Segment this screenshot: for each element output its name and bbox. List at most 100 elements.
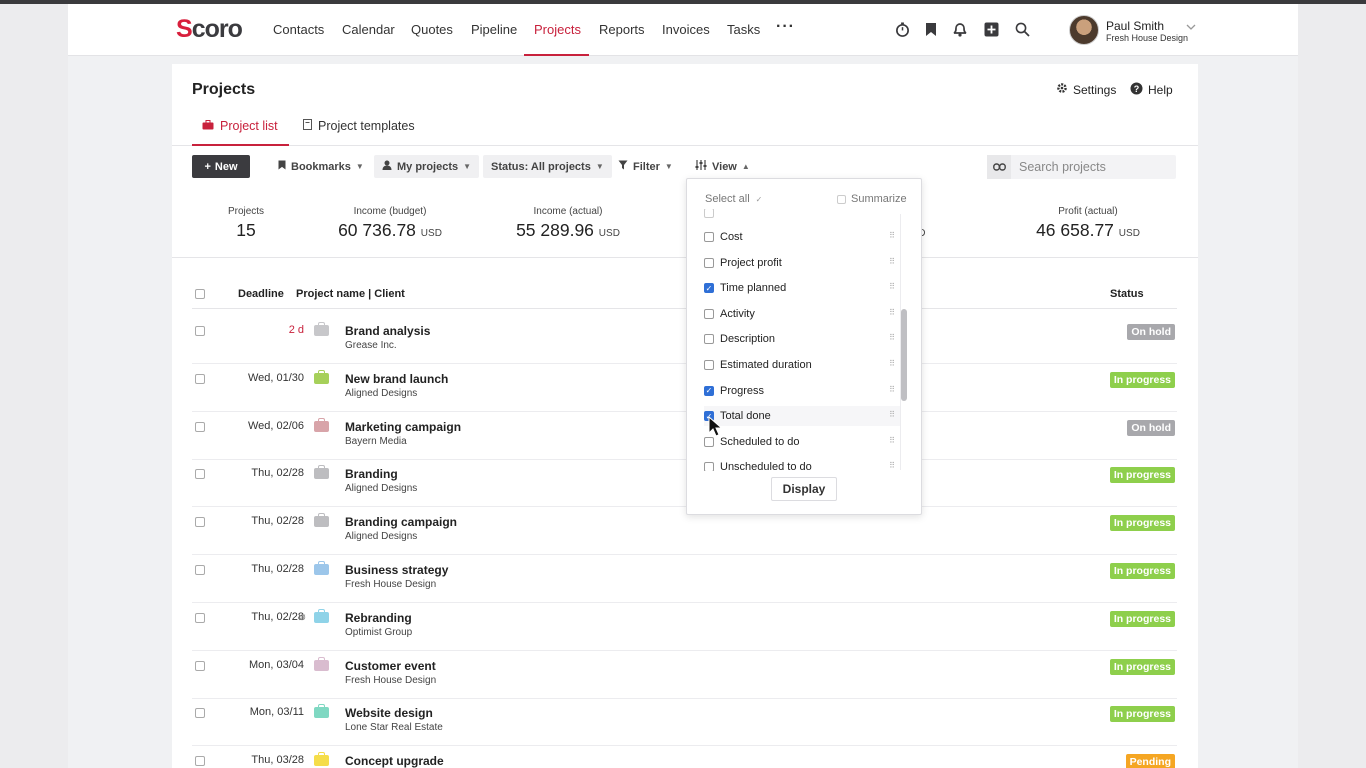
timer-icon[interactable] [893,20,911,38]
row-checkbox[interactable] [195,373,205,384]
drag-handle-icon[interactable]: ⠿ [889,359,895,368]
nav-item-pipeline[interactable]: Pipeline [471,22,517,37]
row-checkbox[interactable] [195,612,205,623]
nav-item-projects[interactable]: Projects [534,22,581,37]
scoro-logo[interactable]: Scoro [176,15,243,44]
drag-handle-icon[interactable]: ⠿ [889,461,895,470]
client-name[interactable]: Aligned Designs [345,388,417,399]
table-row[interactable]: Thu, 02/28 ⌀ Rebranding Optimist Group In pr… [192,603,1177,651]
display-button[interactable]: Display [771,477,837,501]
project-name-column-header[interactable]: Project name | Client [296,288,405,300]
link-icon[interactable] [987,155,1011,179]
table-row[interactable]: Thu, 03/28Concept upgradeConcept LLCPend… [192,746,1177,768]
column-option-total-done[interactable]: ✓ Total done ⠿ [704,406,900,427]
project-name-link[interactable]: Website design [345,706,433,720]
settings-link[interactable]: Settings [1056,82,1116,97]
table-row[interactable]: Wed, 01/30 New brand launch Aligned Design… [192,364,1177,412]
table-row[interactable]: Thu, 02/28 Branding Aligned Designs In prog… [192,459,1177,508]
nav-item-quotes[interactable]: Quotes [411,22,453,37]
my-projects-dropdown[interactable]: My projects ▼ [374,155,480,178]
nav-item-contacts[interactable]: Contacts [273,22,324,37]
client-name[interactable]: Fresh House Design [345,579,436,590]
project-name-link[interactable]: Rebranding [345,611,412,625]
bell-icon[interactable] [951,20,969,38]
user-avatar[interactable] [1069,15,1099,45]
nav-item-reports[interactable]: Reports [599,22,645,37]
checkbox[interactable] [704,257,714,268]
project-name-link[interactable]: Business strategy [345,563,448,577]
drag-handle-icon[interactable]: ⠿ [889,385,895,394]
row-checkbox[interactable] [195,517,205,528]
table-row[interactable]: Thu, 02/28 Business strategy Fresh House D… [192,555,1177,603]
add-item-icon[interactable] [982,20,1000,38]
scrollbar-thumb[interactable] [901,309,907,401]
more-menu-icon[interactable]: ··· [776,18,795,36]
status-dropdown[interactable]: Status: All projects ▼ [483,155,612,178]
new-project-button[interactable]: + New [192,155,250,178]
tab-project-templates[interactable]: Project templates [303,119,415,133]
column-option-time-planned[interactable]: ✓ Time planned ⠿ [704,278,900,298]
table-row[interactable]: Thu, 02/28 Branding campaign Aligned Desig… [192,507,1177,556]
select-all-option[interactable]: Select all ✓ [705,193,762,205]
drag-handle-icon[interactable]: ⠿ [889,410,895,419]
drag-handle-icon[interactable]: ⠿ [889,436,895,445]
chevron-down-icon[interactable] [1186,23,1196,34]
search-icon[interactable] [1013,20,1031,38]
bookmarks-dropdown[interactable]: Bookmarks ▼ [270,155,372,178]
row-checkbox[interactable] [195,660,205,671]
project-name-link[interactable]: New brand launch [345,372,448,386]
column-option-unscheduled-to-do[interactable]: Unscheduled to do ⠿ [704,457,900,471]
checkbox[interactable] [704,232,714,242]
checkbox[interactable] [704,334,714,345]
select-all-rows-checkbox[interactable] [195,289,205,299]
checkbox[interactable] [704,436,714,447]
drag-handle-icon[interactable]: ⠿ [889,308,895,317]
column-option-cost[interactable]: Cost ⠿ [704,227,900,247]
row-checkbox[interactable] [195,421,205,432]
row-checkbox[interactable] [195,469,205,480]
row-checkbox[interactable] [195,326,205,336]
client-name[interactable]: Grease Inc. [345,340,397,351]
search-projects-input[interactable] [1019,159,1169,175]
column-option-activity[interactable]: Activity ⠿ [704,304,900,324]
client-name[interactable]: Fresh House Design [345,675,436,686]
filter-dropdown[interactable]: Filter ▼ [610,155,681,178]
table-row[interactable]: Mon, 03/11 Website design Lone Star Real E… [192,698,1177,747]
summarize-checkbox[interactable] [837,194,846,204]
checkbox[interactable] [704,462,714,471]
table-row[interactable]: Wed, 02/06 Marketing campaign Bayern Media… [192,412,1177,460]
checkbox[interactable] [704,360,714,370]
view-dropdown[interactable]: View ▲ [687,155,758,178]
project-name-link[interactable]: Branding [345,467,398,481]
row-checkbox[interactable] [195,565,205,575]
drag-handle-icon[interactable]: ⠿ [889,333,895,342]
column-option-progress[interactable]: ✓ Progress ⠿ [704,381,900,401]
drag-handle-icon[interactable]: ⠿ [889,257,895,266]
project-name-link[interactable]: Marketing campaign [345,420,461,434]
status-column-header[interactable]: Status [1110,288,1144,300]
row-checkbox[interactable] [195,708,205,719]
checkbox[interactable]: ✓ [704,385,714,396]
client-name[interactable]: Optimist Group [345,627,412,638]
column-option-project-profit[interactable]: Project profit ⠿ [704,253,900,273]
project-name-link[interactable]: Brand analysis [345,324,430,338]
drag-handle-icon[interactable]: ⠿ [889,282,895,291]
deadline-column-header[interactable]: Deadline [238,288,284,300]
project-name-link[interactable]: Branding campaign [345,515,457,529]
column-option-description[interactable]: Description ⠿ [704,329,900,349]
help-link[interactable]: ? Help [1130,82,1173,98]
table-row[interactable]: 2 d Brand analysis Grease Inc. On hold [192,316,1177,364]
table-row[interactable]: Mon, 03/04 Customer event Fresh House Desi… [192,651,1177,699]
bookmark-icon[interactable] [922,20,940,38]
project-name-link[interactable]: Concept upgrade [345,754,444,768]
user-name[interactable]: Paul Smith [1106,19,1164,33]
column-option-scheduled-to-do[interactable]: Scheduled to do ⠿ [704,432,900,452]
client-name[interactable]: Aligned Designs [345,531,417,542]
client-name[interactable]: Lone Star Real Estate [345,722,443,733]
checkbox[interactable] [704,308,714,319]
nav-item-invoices[interactable]: Invoices [662,22,710,37]
client-name[interactable]: Bayern Media [345,436,407,447]
tab-project-list[interactable]: Project list [202,119,278,133]
checkbox[interactable]: ✓ [704,283,714,294]
nav-item-calendar[interactable]: Calendar [342,22,395,37]
